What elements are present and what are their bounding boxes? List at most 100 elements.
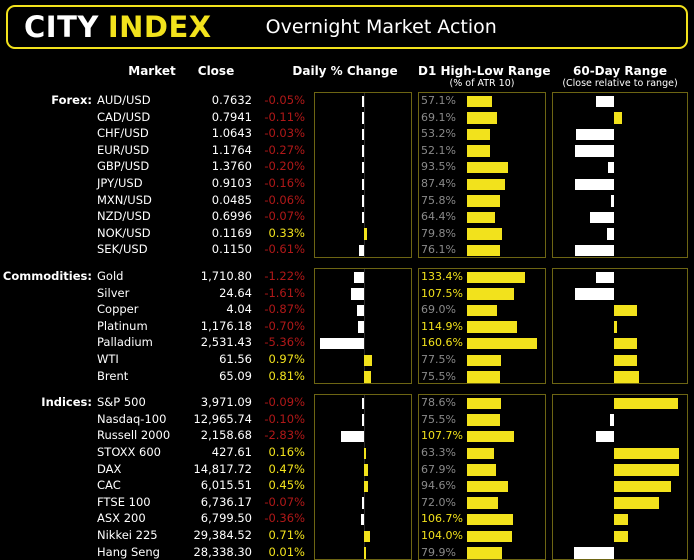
chart-bar-60-day-range: [575, 178, 615, 190]
chart-bar-daily-change: [362, 211, 364, 224]
chart-row-60-day-range: [553, 352, 687, 369]
chart-bar-daily-change: [362, 414, 364, 426]
chart-bar-60-day-range: [590, 211, 615, 224]
column-subheader-60-day-range: (Close relative to range): [562, 78, 678, 89]
chart-label-atr-percent: 75.5%: [421, 369, 456, 383]
chart-panel-daily-change: [314, 268, 412, 385]
chart-label-atr-percent: 107.7%: [421, 429, 463, 443]
cell-daily-change: -1.61%: [264, 285, 305, 300]
chart-bar-60-day-range: [575, 288, 615, 300]
chart-row-60-day-range: [553, 242, 687, 257]
chart-row-d1-range: 63.3%: [419, 445, 545, 462]
chart-label-atr-percent: 72.0%: [421, 495, 456, 509]
group-label: Commodities:: [2, 269, 92, 283]
chart-row-daily-change: [315, 511, 411, 528]
cell-close-price: 12,965.74: [193, 411, 252, 426]
chart-bar-atr: [467, 497, 499, 509]
chart-bar-atr: [467, 530, 513, 542]
chart-bar-daily-change: [364, 547, 366, 559]
chart-bar-atr: [467, 161, 508, 174]
brand-logo: CITY INDEX: [24, 10, 212, 44]
chart-row-60-day-range: [553, 286, 687, 303]
chart-bar-daily-change: [358, 321, 364, 333]
chart-bar-60-day-range: [611, 195, 615, 207]
cell-daily-change: -0.03%: [264, 126, 305, 141]
cell-close-price: 0.0485: [211, 192, 252, 207]
cell-daily-change: -2.83%: [264, 428, 305, 443]
chart-bar-atr: [467, 288, 514, 300]
chart-bar-atr: [467, 397, 502, 410]
chart-row-d1-range: 107.7%: [419, 428, 545, 445]
chart-bar-60-day-range: [595, 430, 615, 443]
chart-row-d1-range: 52.1%: [419, 143, 545, 160]
chart-row-d1-range: 75.5%: [419, 369, 545, 384]
chart-bar-60-day-range: [614, 513, 628, 526]
cell-close-price: 29,384.52: [193, 527, 252, 542]
chart-bar-60-day-range: [614, 397, 678, 410]
cell-daily-change: -0.07%: [264, 209, 305, 224]
chart-row-daily-change: [315, 545, 411, 560]
chart-bar-daily-change: [364, 447, 366, 459]
chart-row-daily-change: [315, 302, 411, 319]
chart-row-60-day-range: [553, 269, 687, 286]
cell-daily-change: 0.81%: [268, 368, 305, 383]
chart-row-daily-change: [315, 176, 411, 193]
chart-row-daily-change: [315, 269, 411, 286]
chart-row-d1-range: 94.6%: [419, 478, 545, 495]
chart-bar-atr: [467, 271, 525, 283]
cell-close-price: 61.56: [219, 351, 252, 366]
chart-bar-daily-change: [350, 288, 364, 300]
chart-label-atr-percent: 75.5%: [421, 412, 456, 426]
chart-bar-60-day-range: [614, 112, 622, 124]
chart-row-60-day-range: [553, 302, 687, 319]
chart-label-atr-percent: 106.7%: [421, 512, 463, 526]
chart-label-atr-percent: 76.1%: [421, 243, 456, 257]
cell-close-price: 14,817.72: [193, 461, 252, 476]
chart-panel-60-day-range: [552, 92, 688, 258]
chart-bar-60-day-range: [614, 354, 638, 366]
chart-label-atr-percent: 160.6%: [421, 336, 463, 350]
chart-row-daily-change: [315, 242, 411, 257]
chart-bar-atr: [467, 480, 509, 493]
column-header-60-day-range: 60-Day Range: [573, 64, 667, 78]
chart-bar-daily-change: [362, 178, 364, 190]
chart-row-daily-change: [315, 226, 411, 243]
chart-row-60-day-range: [553, 193, 687, 210]
chart-label-atr-percent: 69.0%: [421, 303, 456, 317]
chart-label-atr-percent: 57.1%: [421, 94, 456, 107]
market-group: Commodities: Gold 1,710.80 -1.22% Silver 24.6…: [0, 268, 694, 385]
cell-daily-change: 0.45%: [268, 478, 305, 493]
chart-bar-60-day-range: [595, 95, 615, 107]
chart-row-d1-range: 53.2%: [419, 126, 545, 143]
chart-panel-d1-range: 78.6% 75.5% 107.7% 63.3% 67.9% 94.6% 72.0% 106.…: [418, 394, 546, 560]
chart-bar-60-day-range: [608, 161, 615, 174]
cell-close-price: 24.64: [219, 285, 252, 300]
chart-row-daily-change: [315, 478, 411, 495]
chart-label-atr-percent: 64.4%: [421, 210, 456, 224]
chart-row-d1-range: 69.1%: [419, 110, 545, 127]
cell-close-price: 6,736.17: [200, 494, 252, 509]
cell-daily-change: 0.01%: [268, 544, 305, 559]
chart-bar-daily-change: [362, 112, 364, 124]
chart-row-d1-range: 72.0%: [419, 495, 545, 512]
chart-row-60-day-range: [553, 369, 687, 384]
chart-bar-daily-change: [364, 530, 370, 542]
chart-bar-60-day-range: [614, 304, 638, 317]
chart-row-d1-range: 67.9%: [419, 462, 545, 479]
chart-row-d1-range: 79.9%: [419, 545, 545, 560]
cell-daily-change: -0.70%: [264, 318, 305, 333]
chart-bar-atr: [467, 464, 497, 476]
group-label: Forex:: [51, 93, 92, 107]
chart-row-60-day-range: [553, 126, 687, 143]
chart-bar-atr: [467, 244, 501, 257]
chart-row-daily-change: [315, 193, 411, 210]
chart-bar-daily-change: [340, 430, 364, 443]
chart-bar-atr: [467, 414, 500, 426]
cell-daily-change: -0.16%: [264, 175, 305, 190]
chart-row-daily-change: [315, 445, 411, 462]
chart-bar-atr: [467, 211, 495, 224]
cell-daily-change: -5.36%: [264, 335, 305, 350]
chart-row-60-day-range: [553, 209, 687, 226]
chart-bar-daily-change: [362, 128, 364, 141]
chart-bar-60-day-range: [607, 228, 615, 240]
